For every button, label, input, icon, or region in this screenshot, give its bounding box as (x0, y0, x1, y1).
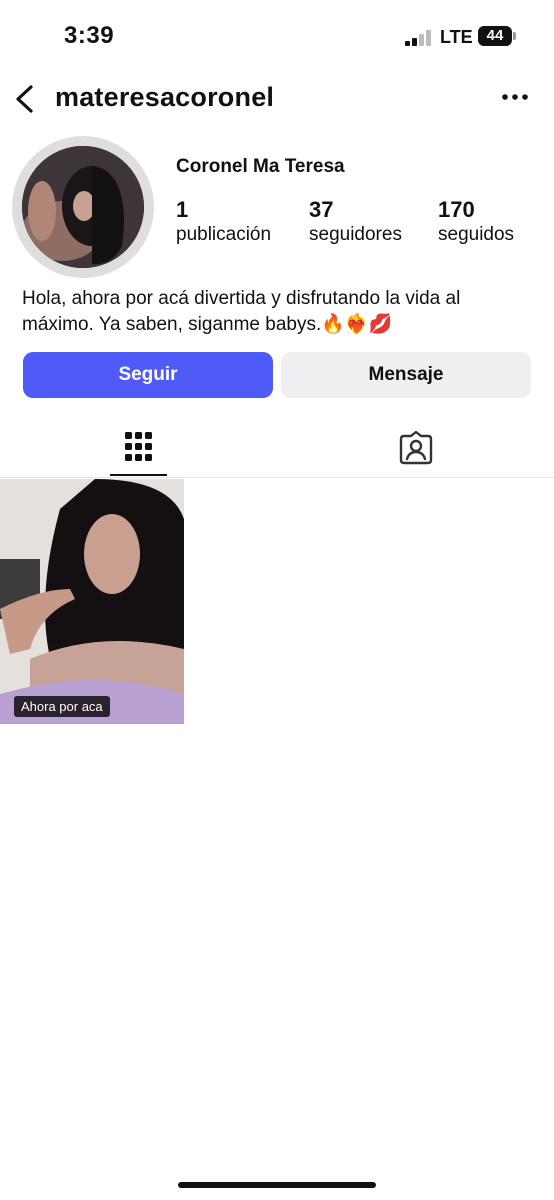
tagged-icon (399, 430, 433, 465)
avatar-photo (22, 146, 144, 268)
tab-posts-grid[interactable] (124, 431, 154, 463)
more-options-button[interactable] (500, 88, 530, 106)
signal-icon (405, 30, 433, 46)
posts-label: publicación (176, 224, 272, 245)
following-count[interactable]: 170 (438, 197, 475, 223)
post-thumbnail[interactable] (0, 479, 184, 724)
grid-icon (125, 432, 152, 461)
home-indicator[interactable] (178, 1182, 376, 1188)
tab-tagged[interactable] (399, 430, 433, 465)
ellipsis-icon (502, 94, 528, 100)
battery-tip (513, 32, 516, 40)
followers-count[interactable]: 37 (309, 197, 333, 223)
back-button[interactable] (12, 84, 38, 114)
following-label[interactable]: seguidos (438, 224, 514, 246)
posts-count: 1 (176, 197, 189, 222)
status-time: 3:39 (64, 22, 115, 49)
post-caption-label: Ahora por aca (14, 696, 110, 717)
message-button[interactable]: Mensaje (281, 352, 531, 398)
profile-bio: Hola, ahora por acá divertida y disfruta… (22, 288, 461, 335)
tabs-divider (0, 477, 554, 478)
follow-button[interactable]: Seguir (23, 352, 273, 398)
followers-label[interactable]: seguidores (309, 224, 402, 246)
active-tab-indicator (110, 474, 167, 476)
post-photo (0, 479, 184, 724)
profile-username: materesacoronel (55, 82, 275, 112)
chevron-left-icon (16, 85, 33, 113)
avatar[interactable] (22, 146, 144, 268)
battery-icon: 44 (478, 26, 512, 46)
network-label: LTE (440, 27, 473, 47)
profile-full-name: Coronel Ma Teresa (176, 156, 345, 177)
